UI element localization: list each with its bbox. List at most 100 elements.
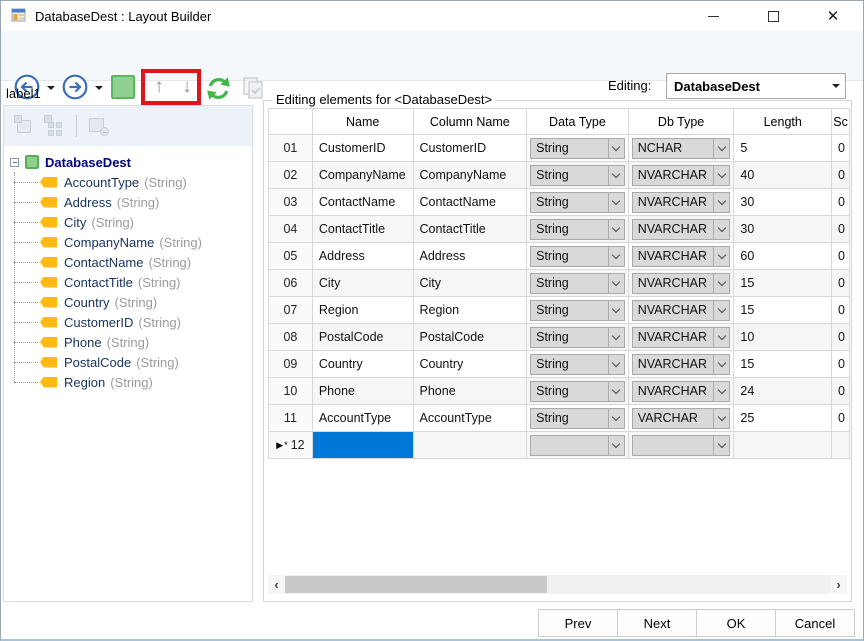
- dropdown-button[interactable]: [608, 247, 624, 266]
- cell-length-12[interactable]: [734, 432, 832, 458]
- header-scale[interactable]: Sc: [832, 109, 849, 134]
- cell-name-03[interactable]: ContactName: [313, 189, 414, 215]
- cell-db-type-09-dropdown[interactable]: NVARCHAR: [632, 354, 731, 375]
- cell-data-type-07-dropdown[interactable]: String: [530, 300, 625, 321]
- cell-scale-08[interactable]: 0: [832, 324, 849, 350]
- cell-scale-02[interactable]: 0: [832, 162, 849, 188]
- tree-root-node[interactable]: DatabaseDest: [4, 152, 252, 172]
- cell-column-name-01[interactable]: CustomerID: [414, 135, 528, 161]
- cell-data-type-09-dropdown[interactable]: String: [530, 354, 625, 375]
- cell-db-type-08-dropdown[interactable]: NVARCHAR: [632, 327, 731, 348]
- cell-column-name-02[interactable]: CompanyName: [414, 162, 528, 188]
- cell-scale-12[interactable]: [832, 432, 849, 458]
- row-header-11[interactable]: 11: [269, 405, 313, 431]
- dropdown-button[interactable]: [713, 247, 729, 266]
- cell-column-name-08[interactable]: PostalCode: [414, 324, 528, 350]
- cell-scale-01[interactable]: 0: [832, 135, 849, 161]
- cell-db-type-11[interactable]: VARCHAR: [629, 405, 735, 431]
- dropdown-button[interactable]: [608, 139, 624, 158]
- editing-combobox[interactable]: DatabaseDest: [666, 73, 846, 99]
- cell-data-type-07[interactable]: String: [527, 297, 629, 323]
- tree-item-postalcode[interactable]: PostalCode(String): [4, 352, 252, 372]
- cell-db-type-05-dropdown[interactable]: NVARCHAR: [632, 246, 731, 267]
- cell-name-04[interactable]: ContactTitle: [313, 216, 414, 242]
- cell-scale-04[interactable]: 0: [832, 216, 849, 242]
- dropdown-button[interactable]: [608, 274, 624, 293]
- copy-layout-button[interactable]: [239, 74, 267, 102]
- forward-dropdown-button[interactable]: [93, 84, 105, 92]
- cell-length-09[interactable]: 15: [734, 351, 832, 377]
- horizontal-scrollbar[interactable]: ‹ ›: [268, 575, 847, 594]
- cancel-button[interactable]: Cancel: [775, 609, 855, 637]
- row-header-12[interactable]: ▶* 12: [269, 432, 313, 458]
- tree-item-region[interactable]: Region(String): [4, 372, 252, 392]
- cell-db-type-09[interactable]: NVARCHAR: [629, 351, 735, 377]
- cell-scale-09[interactable]: 0: [832, 351, 849, 377]
- cell-data-type-09[interactable]: String: [527, 351, 629, 377]
- cell-column-name-12[interactable]: [414, 432, 528, 458]
- dropdown-button[interactable]: [713, 409, 729, 428]
- prev-button[interactable]: Prev: [538, 609, 618, 637]
- dropdown-button[interactable]: [608, 382, 624, 401]
- cell-data-type-06[interactable]: String: [527, 270, 629, 296]
- dropdown-button[interactable]: [713, 436, 729, 455]
- scrollbar-thumb[interactable]: [285, 576, 547, 593]
- cell-data-type-10[interactable]: String: [527, 378, 629, 404]
- cell-name-11[interactable]: AccountType: [313, 405, 414, 431]
- cell-data-type-03[interactable]: String: [527, 189, 629, 215]
- dropdown-button[interactable]: [608, 409, 624, 428]
- cell-data-type-01-dropdown[interactable]: String: [530, 138, 625, 159]
- dropdown-button[interactable]: [713, 220, 729, 239]
- next-button[interactable]: Next: [617, 609, 697, 637]
- cell-name-09[interactable]: Country: [313, 351, 414, 377]
- minimize-button[interactable]: [683, 1, 743, 31]
- cell-column-name-11[interactable]: AccountType: [414, 405, 528, 431]
- cell-db-type-11-dropdown[interactable]: VARCHAR: [632, 408, 731, 429]
- dropdown-button[interactable]: [713, 328, 729, 347]
- tree-item-contactname[interactable]: ContactName(String): [4, 252, 252, 272]
- dropdown-button[interactable]: [608, 355, 624, 374]
- cell-scale-06[interactable]: 0: [832, 270, 849, 296]
- cell-data-type-11-dropdown[interactable]: String: [530, 408, 625, 429]
- add-fields-button[interactable]: [44, 115, 66, 137]
- dropdown-button[interactable]: [713, 139, 729, 158]
- ok-button[interactable]: OK: [696, 609, 776, 637]
- cell-length-06[interactable]: 15: [734, 270, 832, 296]
- dropdown-button[interactable]: [608, 436, 624, 455]
- cell-db-type-08[interactable]: NVARCHAR: [629, 324, 735, 350]
- cell-length-10[interactable]: 24: [734, 378, 832, 404]
- cell-db-type-01-dropdown[interactable]: NCHAR: [632, 138, 731, 159]
- dropdown-button[interactable]: [608, 166, 624, 185]
- cell-column-name-03[interactable]: ContactName: [414, 189, 528, 215]
- cell-scale-07[interactable]: 0: [832, 297, 849, 323]
- back-dropdown-button[interactable]: [45, 84, 57, 92]
- row-header-03[interactable]: 03: [269, 189, 313, 215]
- cell-db-type-03-dropdown[interactable]: NVARCHAR: [632, 192, 731, 213]
- dropdown-button[interactable]: [713, 301, 729, 320]
- row-header-05[interactable]: 05: [269, 243, 313, 269]
- dropdown-button[interactable]: [713, 166, 729, 185]
- cell-data-type-05[interactable]: String: [527, 243, 629, 269]
- header-name[interactable]: Name: [313, 109, 414, 134]
- cell-length-01[interactable]: 5: [734, 135, 832, 161]
- cell-db-type-06-dropdown[interactable]: NVARCHAR: [632, 273, 731, 294]
- cell-db-type-01[interactable]: NCHAR: [629, 135, 735, 161]
- row-header-02[interactable]: 02: [269, 162, 313, 188]
- row-header-06[interactable]: 06: [269, 270, 313, 296]
- cell-db-type-03[interactable]: NVARCHAR: [629, 189, 735, 215]
- dropdown-button[interactable]: [713, 355, 729, 374]
- cell-length-07[interactable]: 15: [734, 297, 832, 323]
- cell-db-type-05[interactable]: NVARCHAR: [629, 243, 735, 269]
- row-header-09[interactable]: 09: [269, 351, 313, 377]
- add-field-button[interactable]: [14, 115, 36, 137]
- scrollbar-track[interactable]: [285, 575, 830, 594]
- cell-db-type-10[interactable]: NVARCHAR: [629, 378, 735, 404]
- tree-item-contacttitle[interactable]: ContactTitle(String): [4, 272, 252, 292]
- row-header-04[interactable]: 04: [269, 216, 313, 242]
- dropdown-button[interactable]: [713, 382, 729, 401]
- dropdown-button[interactable]: [608, 220, 624, 239]
- cell-length-05[interactable]: 60: [734, 243, 832, 269]
- move-up-button[interactable]: ↑: [147, 75, 171, 99]
- cell-data-type-10-dropdown[interactable]: String: [530, 381, 625, 402]
- cell-name-10[interactable]: Phone: [313, 378, 414, 404]
